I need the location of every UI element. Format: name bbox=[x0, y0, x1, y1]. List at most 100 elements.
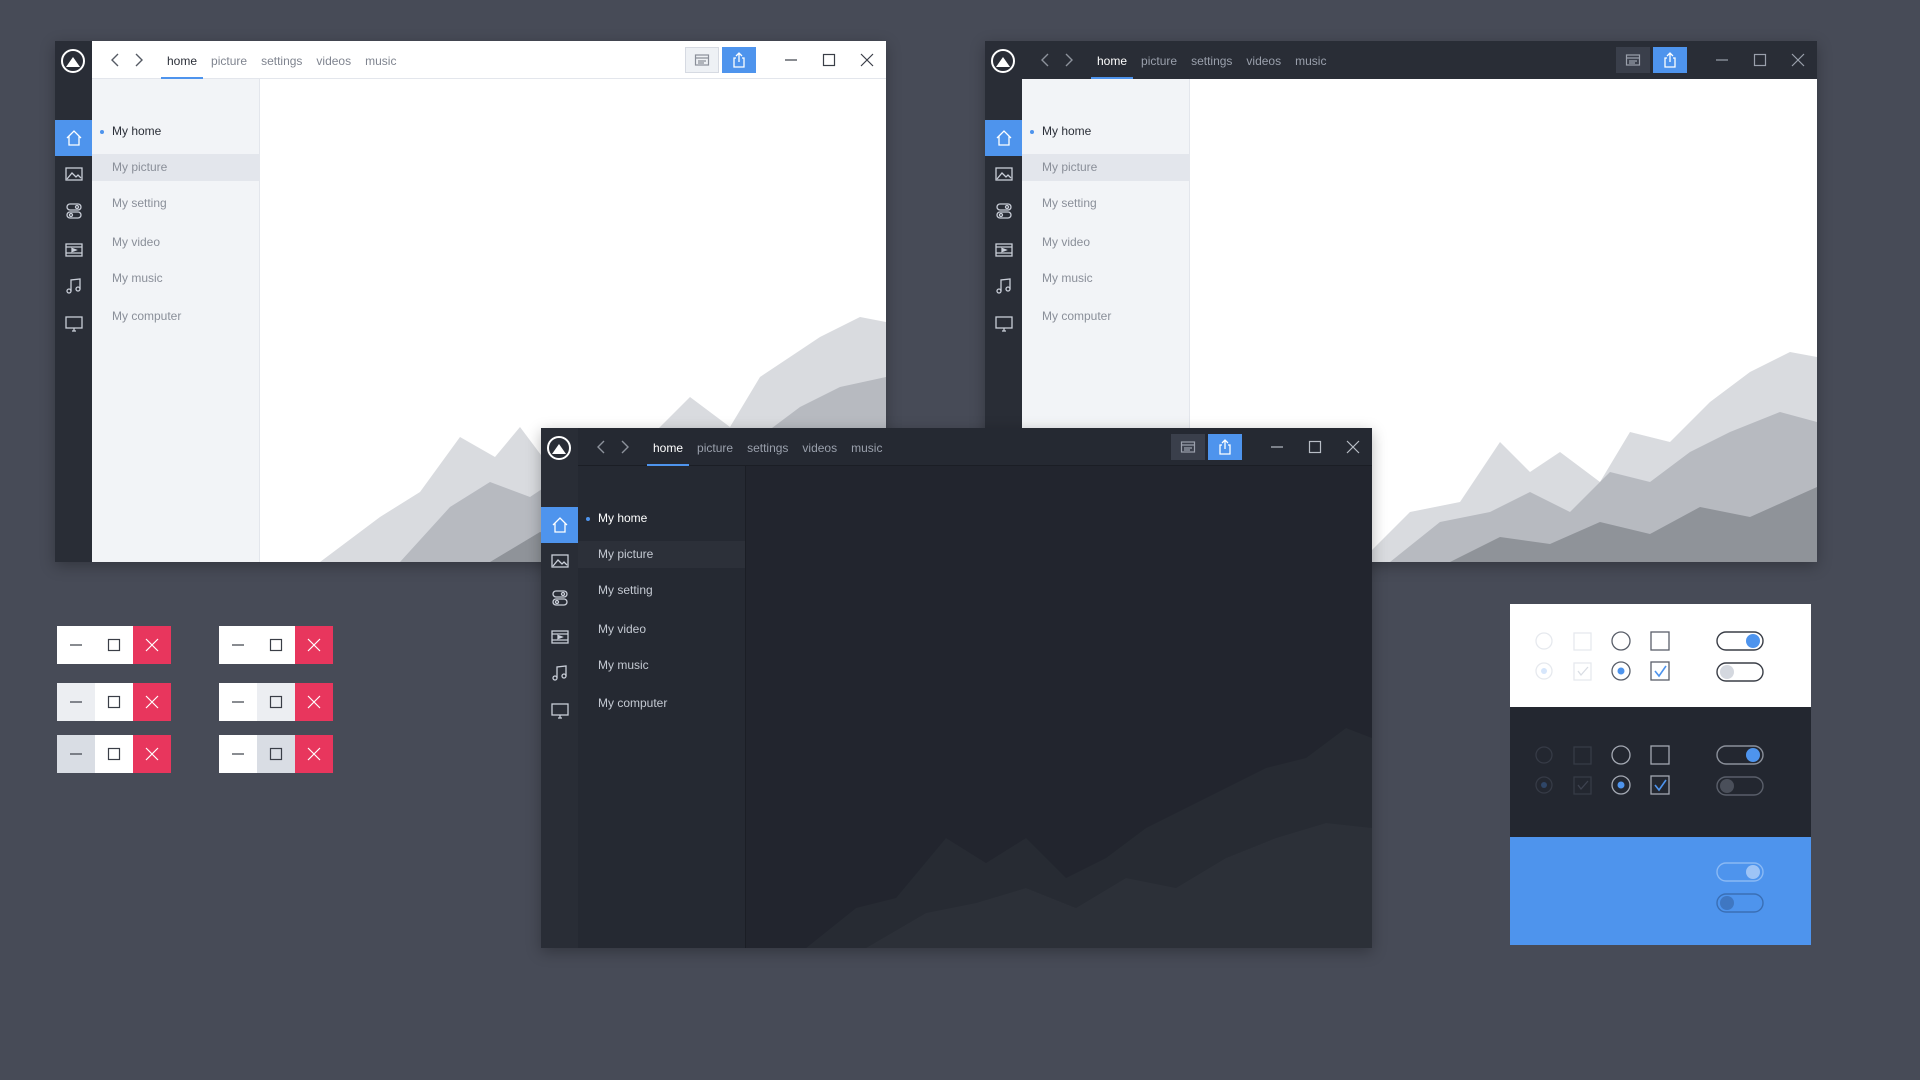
rail-computer-icon[interactable] bbox=[55, 306, 92, 342]
maximize-button[interactable] bbox=[257, 683, 295, 721]
menu-item-home[interactable]: My home bbox=[92, 118, 259, 145]
menu-item-home[interactable]: My home bbox=[578, 505, 745, 532]
checkbox-unchecked[interactable] bbox=[1650, 745, 1670, 765]
share-button[interactable] bbox=[1653, 47, 1687, 73]
tab-picture[interactable]: picture bbox=[690, 428, 740, 466]
rail-home-icon[interactable] bbox=[541, 507, 578, 543]
menu-item-setting[interactable]: My setting bbox=[1022, 190, 1189, 217]
tab-videos[interactable]: videos bbox=[309, 41, 358, 79]
radio-unchecked[interactable] bbox=[1611, 631, 1631, 651]
minimize-button[interactable] bbox=[219, 683, 257, 721]
radio-unchecked[interactable] bbox=[1611, 745, 1631, 765]
menu-item-picture[interactable]: My picture bbox=[1022, 154, 1189, 181]
close-button[interactable] bbox=[1779, 41, 1817, 79]
rail-video-icon[interactable] bbox=[55, 232, 92, 268]
maximize-button[interactable] bbox=[95, 683, 133, 721]
rail-music-icon[interactable] bbox=[55, 268, 92, 304]
tab-home[interactable]: home bbox=[1090, 41, 1134, 79]
checkbox-disabled[interactable] bbox=[1573, 746, 1592, 765]
checkbox-unchecked[interactable] bbox=[1650, 631, 1670, 651]
minimize-button[interactable] bbox=[1703, 41, 1741, 79]
tab-videos[interactable]: videos bbox=[795, 428, 844, 466]
forward-arrow-icon[interactable] bbox=[618, 439, 632, 455]
menu-item-music[interactable]: My music bbox=[92, 265, 259, 292]
share-button[interactable] bbox=[1208, 434, 1242, 460]
menu-item-computer[interactable]: My computer bbox=[1022, 303, 1189, 330]
forward-arrow-icon[interactable] bbox=[1062, 52, 1076, 68]
tab-settings[interactable]: settings bbox=[254, 41, 309, 79]
rail-video-icon[interactable] bbox=[541, 619, 578, 655]
tab-settings[interactable]: settings bbox=[1184, 41, 1239, 79]
minimize-button[interactable] bbox=[57, 683, 95, 721]
back-arrow-icon[interactable] bbox=[594, 439, 608, 455]
menu-item-picture[interactable]: My picture bbox=[92, 154, 259, 181]
rail-setting-icon[interactable] bbox=[55, 193, 92, 229]
menu-item-music[interactable]: My music bbox=[1022, 265, 1189, 292]
rail-music-icon[interactable] bbox=[541, 655, 578, 691]
tab-settings[interactable]: settings bbox=[740, 428, 795, 466]
radio-disabled[interactable] bbox=[1535, 746, 1553, 764]
tab-music[interactable]: music bbox=[844, 428, 889, 466]
checkbox-disabled-checked[interactable] bbox=[1573, 662, 1592, 681]
view-button[interactable] bbox=[1171, 434, 1205, 460]
checkbox-disabled[interactable] bbox=[1573, 632, 1592, 651]
minimize-button[interactable] bbox=[772, 41, 810, 79]
menu-item-setting[interactable]: My setting bbox=[578, 577, 745, 604]
tab-picture[interactable]: picture bbox=[1134, 41, 1184, 79]
close-button[interactable] bbox=[295, 735, 333, 773]
view-button[interactable] bbox=[1616, 47, 1650, 73]
rail-picture-icon[interactable] bbox=[985, 156, 1022, 192]
maximize-button[interactable] bbox=[1741, 41, 1779, 79]
menu-item-video[interactable]: My video bbox=[1022, 229, 1189, 256]
menu-item-home[interactable]: My home bbox=[1022, 118, 1189, 145]
close-button[interactable] bbox=[133, 683, 171, 721]
close-button[interactable] bbox=[1334, 428, 1372, 466]
maximize-button[interactable] bbox=[95, 735, 133, 773]
minimize-button[interactable] bbox=[57, 735, 95, 773]
share-button[interactable] bbox=[722, 47, 756, 73]
tab-home[interactable]: home bbox=[646, 428, 690, 466]
maximize-button[interactable] bbox=[810, 41, 848, 79]
tab-picture[interactable]: picture bbox=[204, 41, 254, 79]
maximize-button[interactable] bbox=[95, 626, 133, 664]
menu-item-setting[interactable]: My setting bbox=[92, 190, 259, 217]
checkbox-disabled-checked[interactable] bbox=[1573, 776, 1592, 795]
rail-home-icon[interactable] bbox=[985, 120, 1022, 156]
rail-video-icon[interactable] bbox=[985, 232, 1022, 268]
rail-picture-icon[interactable] bbox=[541, 543, 578, 579]
radio-disabled[interactable] bbox=[1535, 632, 1553, 650]
menu-item-music[interactable]: My music bbox=[578, 652, 745, 679]
checkbox-checked[interactable] bbox=[1650, 661, 1670, 681]
forward-arrow-icon[interactable] bbox=[132, 52, 146, 68]
minimize-button[interactable] bbox=[57, 626, 95, 664]
rail-setting-icon[interactable] bbox=[541, 580, 578, 616]
close-button[interactable] bbox=[295, 626, 333, 664]
tab-videos[interactable]: videos bbox=[1239, 41, 1288, 79]
close-button[interactable] bbox=[133, 626, 171, 664]
tab-home[interactable]: home bbox=[160, 41, 204, 79]
rail-computer-icon[interactable] bbox=[985, 306, 1022, 342]
maximize-button[interactable] bbox=[1296, 428, 1334, 466]
close-button[interactable] bbox=[848, 41, 886, 79]
rail-computer-icon[interactable] bbox=[541, 693, 578, 729]
rail-home-icon[interactable] bbox=[55, 120, 92, 156]
maximize-button[interactable] bbox=[257, 735, 295, 773]
tab-music[interactable]: music bbox=[1288, 41, 1333, 79]
close-button[interactable] bbox=[295, 683, 333, 721]
close-button[interactable] bbox=[133, 735, 171, 773]
menu-item-computer[interactable]: My computer bbox=[578, 690, 745, 717]
rail-setting-icon[interactable] bbox=[985, 193, 1022, 229]
minimize-button[interactable] bbox=[219, 735, 257, 773]
minimize-button[interactable] bbox=[219, 626, 257, 664]
tab-music[interactable]: music bbox=[358, 41, 403, 79]
maximize-button[interactable] bbox=[257, 626, 295, 664]
back-arrow-icon[interactable] bbox=[1038, 52, 1052, 68]
menu-item-video[interactable]: My video bbox=[92, 229, 259, 256]
menu-item-computer[interactable]: My computer bbox=[92, 303, 259, 330]
menu-item-video[interactable]: My video bbox=[578, 616, 745, 643]
back-arrow-icon[interactable] bbox=[108, 52, 122, 68]
checkbox-checked[interactable] bbox=[1650, 775, 1670, 795]
rail-picture-icon[interactable] bbox=[55, 156, 92, 192]
rail-music-icon[interactable] bbox=[985, 268, 1022, 304]
minimize-button[interactable] bbox=[1258, 428, 1296, 466]
